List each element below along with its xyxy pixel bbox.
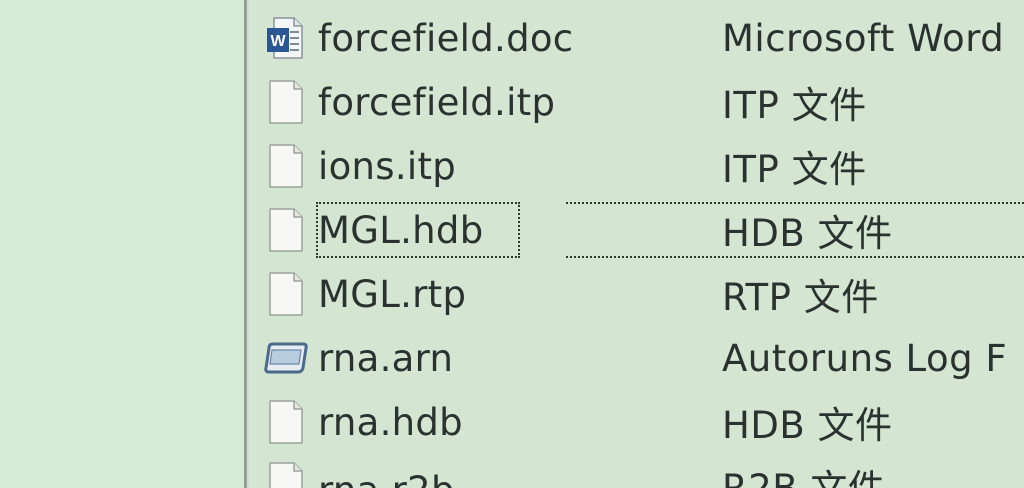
file-row[interactable]: W forcefield.doc Microsoft Word <box>250 6 1024 70</box>
file-name: rna.hdb <box>318 400 463 444</box>
generic-file-icon <box>262 398 310 446</box>
explorer-window: W forcefield.doc Microsoft Word forcefie… <box>0 0 1024 488</box>
file-row[interactable]: rna.hdb HDB 文件 <box>250 390 1024 454</box>
file-name: rna.r2b <box>318 460 678 488</box>
file-name: MGL.rtp <box>318 272 467 316</box>
autoruns-log-icon <box>262 334 310 382</box>
file-list: W forcefield.doc Microsoft Word forcefie… <box>250 0 1024 488</box>
file-type: ITP 文件 <box>722 84 867 127</box>
file-name: MGL.hdb <box>316 202 520 258</box>
generic-file-icon <box>262 206 310 254</box>
navigation-pane <box>0 0 244 488</box>
file-type: Autoruns Log F <box>722 336 1008 380</box>
file-type: R2B 文件 <box>722 460 1024 488</box>
file-row[interactable]: rna.arn Autoruns Log F <box>250 326 1024 390</box>
file-row[interactable]: MGL.rtp RTP 文件 <box>250 262 1024 326</box>
file-row-focused[interactable]: MGL.hdb HDB 文件 <box>250 198 1024 262</box>
generic-file-icon <box>262 142 310 190</box>
generic-file-icon <box>262 78 310 126</box>
word-document-icon: W <box>262 14 310 62</box>
file-type: HDB 文件 <box>722 212 893 255</box>
file-row[interactable]: rna.r2b R2B 文件 <box>250 454 1024 488</box>
generic-file-icon <box>262 460 310 488</box>
file-name: forcefield.doc <box>318 16 574 60</box>
generic-file-icon <box>262 270 310 318</box>
file-type: Microsoft Word <box>722 16 1005 60</box>
file-name: forcefield.itp <box>318 80 556 124</box>
svg-text:W: W <box>270 33 286 50</box>
file-name: ions.itp <box>318 144 457 188</box>
file-type: ITP 文件 <box>722 148 867 191</box>
file-name: rna.arn <box>318 336 454 380</box>
file-row[interactable]: forcefield.itp ITP 文件 <box>250 70 1024 134</box>
file-type: HDB 文件 <box>722 404 893 447</box>
file-type: RTP 文件 <box>722 276 879 319</box>
file-row[interactable]: ions.itp ITP 文件 <box>250 134 1024 198</box>
